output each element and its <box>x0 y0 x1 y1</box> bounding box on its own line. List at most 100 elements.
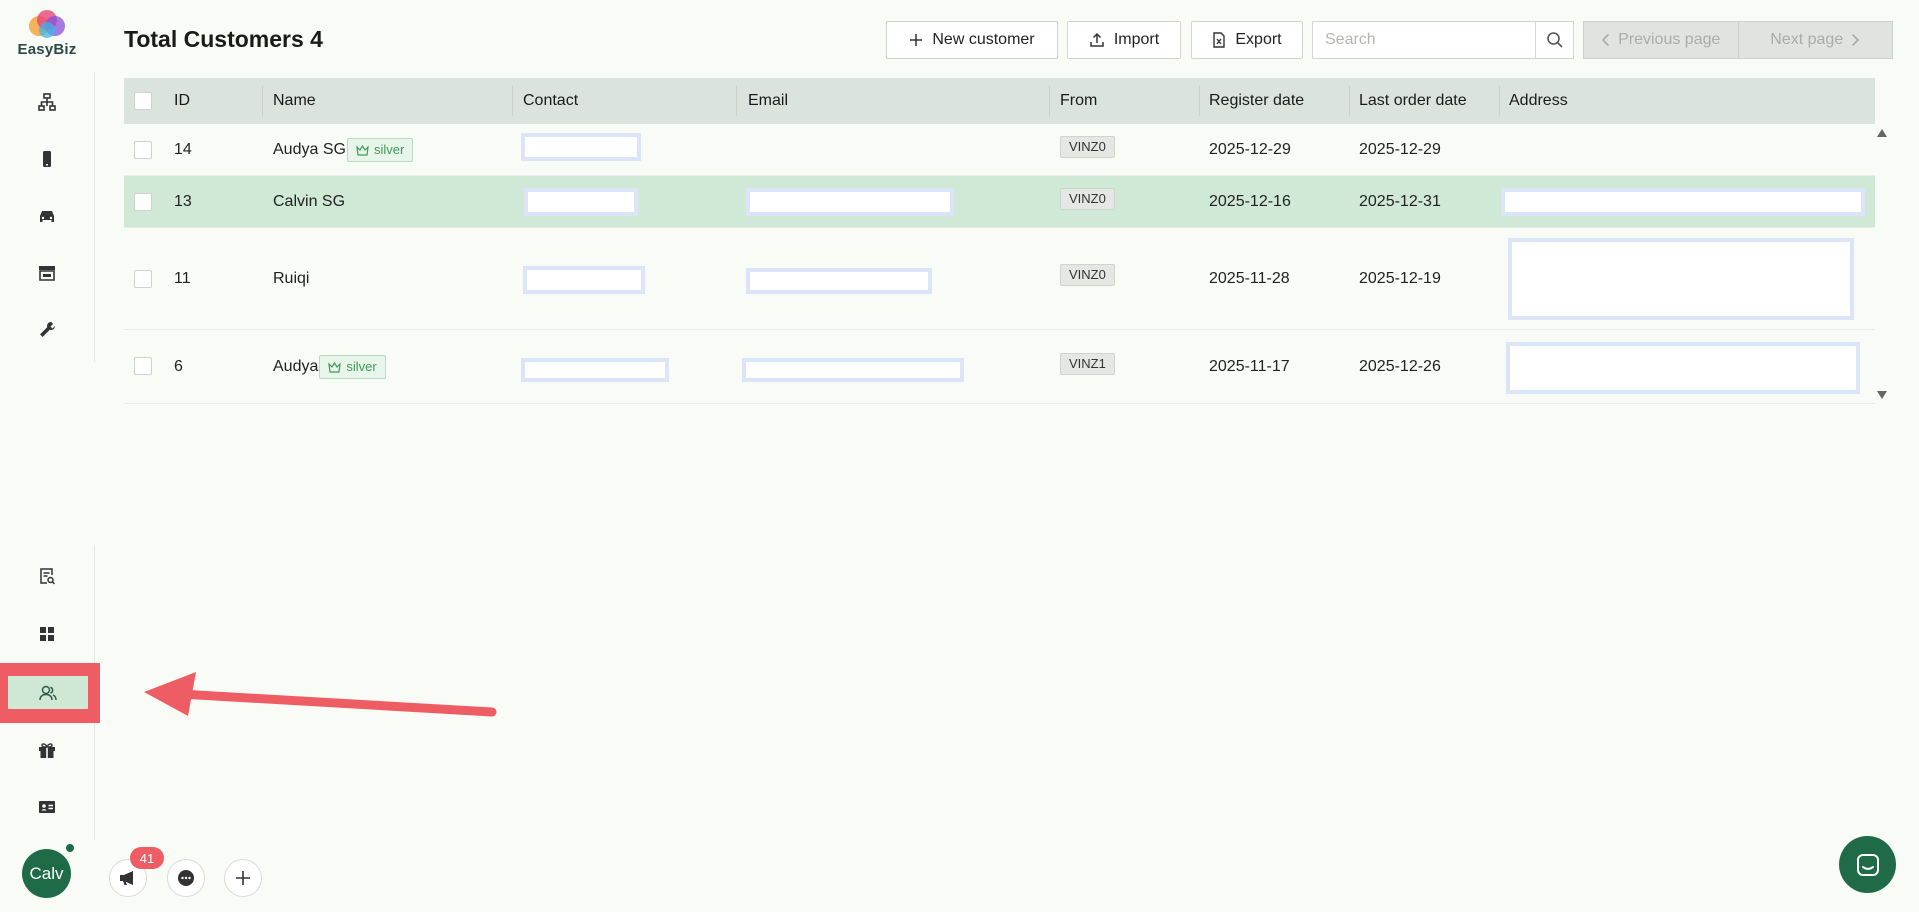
search-input[interactable] <box>1313 22 1537 58</box>
column-header-name[interactable]: Name <box>273 78 316 124</box>
redacted-contact <box>521 358 669 382</box>
messages-button[interactable] <box>167 859 205 897</box>
nav-store[interactable] <box>14 253 80 293</box>
redacted-address <box>1501 188 1865 216</box>
column-header-id[interactable]: ID <box>174 78 190 124</box>
tier-badge: silver <box>346 137 414 162</box>
cell-register-date: 2025-12-29 <box>1209 140 1291 158</box>
table-row[interactable]: 14 Audya SG silver VINZ0 2025-12-29 2025… <box>124 124 1875 176</box>
column-divider <box>512 86 513 116</box>
cell-register-date: 2025-11-17 <box>1209 357 1290 375</box>
column-divider <box>1499 86 1500 116</box>
row-checkbox[interactable] <box>134 193 152 211</box>
nav-dashboard[interactable] <box>14 614 80 654</box>
nav-wrench[interactable] <box>14 310 80 350</box>
redacted-address <box>1506 342 1860 394</box>
sidebar: EasyBiz <box>0 0 100 912</box>
scroll-up-arrow-icon[interactable] <box>1876 128 1888 138</box>
customers-table: ID Name Contact Email From Register date… <box>124 78 1875 404</box>
nav-car[interactable] <box>14 196 80 236</box>
customers-icon <box>39 685 57 700</box>
import-button[interactable]: Import <box>1067 21 1181 59</box>
table-row[interactable]: 6 Audya silver VINZ1 2025-11-17 2025-12-… <box>124 330 1875 404</box>
cell-name: Ruiqi <box>273 228 309 329</box>
support-chat-launcher[interactable] <box>1839 836 1896 893</box>
from-tag: VINZ1 <box>1060 352 1115 375</box>
column-header-register-date[interactable]: Register date <box>1209 78 1304 124</box>
cell-id: 14 <box>174 140 192 158</box>
scroll-down-arrow-icon[interactable] <box>1876 390 1888 400</box>
user-avatar[interactable]: Calv <box>22 849 71 898</box>
search-button[interactable] <box>1535 22 1573 58</box>
megaphone-icon <box>120 871 133 885</box>
redacted-email <box>742 358 964 382</box>
redacted-contact <box>523 266 645 294</box>
cell-last-order-date: 2025-12-26 <box>1359 357 1441 375</box>
column-header-email[interactable]: Email <box>748 78 788 124</box>
plus-icon <box>236 871 250 885</box>
tier-badge: silver <box>319 354 386 379</box>
crown-icon <box>356 144 369 156</box>
annotation-arrow <box>144 672 497 717</box>
notification-badge: 41 <box>130 847 164 869</box>
crown-icon <box>328 361 342 373</box>
column-divider <box>262 86 263 116</box>
chat-bubble-icon <box>178 870 194 886</box>
column-header-from[interactable]: From <box>1060 78 1097 124</box>
row-checkbox[interactable] <box>134 141 152 159</box>
cell-last-order-date: 2025-12-19 <box>1359 269 1441 287</box>
column-header-address[interactable]: Address <box>1509 78 1568 124</box>
cell-register-date: 2025-11-28 <box>1209 269 1290 287</box>
search-box <box>1312 21 1574 59</box>
select-all-checkbox[interactable] <box>134 92 152 110</box>
row-checkbox[interactable] <box>134 270 152 288</box>
next-page-button[interactable]: Next page <box>1737 22 1893 58</box>
redacted-contact <box>521 133 641 161</box>
cell-name: Calvin SG <box>273 176 345 227</box>
dashboard-icon <box>40 627 54 641</box>
logo[interactable]: EasyBiz <box>14 10 80 62</box>
column-header-contact[interactable]: Contact <box>523 78 578 124</box>
cell-id: 13 <box>174 192 192 210</box>
from-tag: VINZ0 <box>1060 263 1115 286</box>
add-button[interactable] <box>224 859 262 897</box>
redacted-email <box>746 188 954 216</box>
online-status-dot <box>66 844 74 852</box>
cell-id: 11 <box>174 269 191 287</box>
customer-name: Calvin SG <box>273 192 346 210</box>
nav-phone[interactable] <box>14 139 80 179</box>
next-page-label: Next page <box>1770 31 1844 48</box>
chevron-right-icon <box>1852 33 1860 47</box>
cell-last-order-date: 2025-12-29 <box>1359 140 1441 158</box>
sidebar-divider <box>94 72 95 362</box>
from-tag: VINZ0 <box>1060 187 1115 210</box>
table-row[interactable]: 11 Ruiqi VINZ0 2025-11-28 2025-12-19 <box>124 228 1875 330</box>
nav-org-chart[interactable] <box>14 82 80 122</box>
excel-file-icon <box>1213 32 1226 48</box>
from-tag: VINZ0 <box>1060 135 1115 158</box>
nav-gift[interactable] <box>14 730 80 770</box>
column-divider <box>736 86 737 116</box>
id-card-icon <box>39 801 55 813</box>
new-customer-button[interactable]: New customer <box>886 21 1058 59</box>
previous-page-button[interactable]: Previous page <box>1584 22 1738 58</box>
gift-icon <box>39 743 55 758</box>
cell-last-order-date: 2025-12-31 <box>1359 192 1441 210</box>
logo-text: EasyBiz <box>17 41 77 58</box>
store-icon <box>39 266 55 281</box>
car-icon <box>40 211 54 222</box>
wrench-icon <box>40 322 55 337</box>
column-divider <box>1349 86 1350 116</box>
column-header-last-order-date[interactable]: Last order date <box>1359 78 1467 124</box>
plus-icon <box>910 34 923 46</box>
tier-label: silver <box>373 142 405 157</box>
table-row[interactable]: 13 Calvin SG VINZ0 2025-12-16 2025-12-31 <box>124 176 1875 228</box>
nav-customers[interactable] <box>8 676 88 709</box>
nav-id-card[interactable] <box>14 787 80 827</box>
chevron-left-icon <box>1601 33 1610 47</box>
nav-report-search[interactable] <box>14 556 80 596</box>
row-checkbox[interactable] <box>134 357 152 375</box>
customer-name: Audya <box>273 357 319 375</box>
org-chart-icon <box>38 93 56 111</box>
export-button[interactable]: Export <box>1191 21 1303 59</box>
